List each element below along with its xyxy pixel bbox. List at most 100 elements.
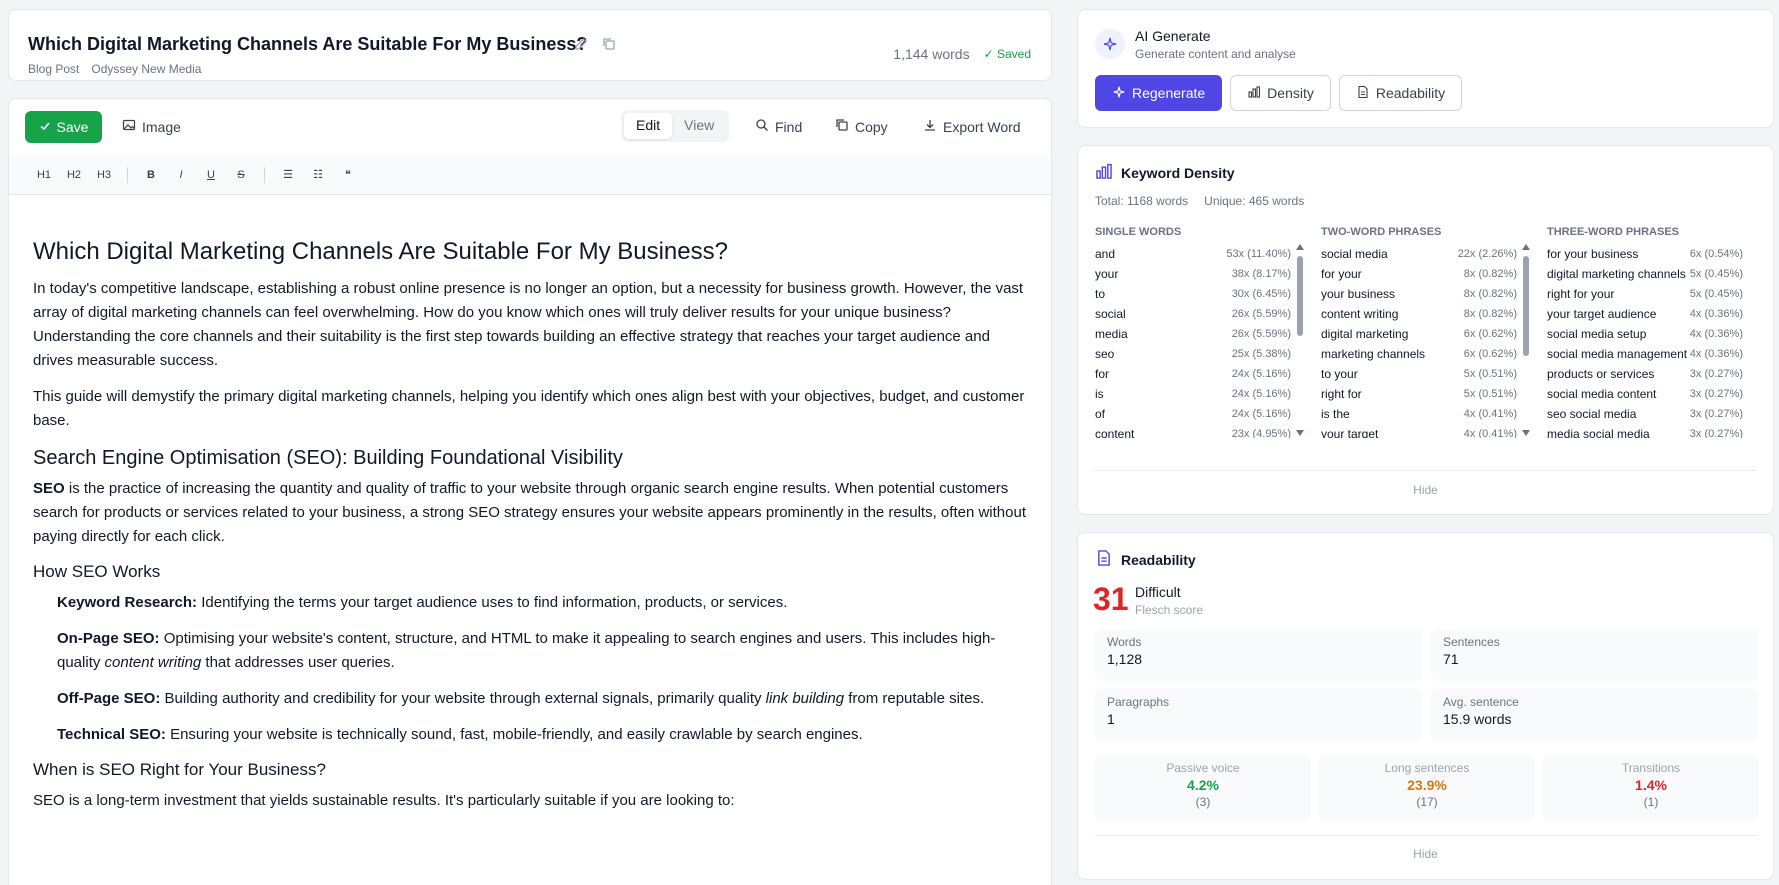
keyword-row: for 24x (5.16%) (1095, 364, 1305, 384)
keyword-row: for your 8x (0.82%) (1321, 264, 1531, 284)
keyword-frequency: 26x (5.59%) (1231, 308, 1291, 320)
passive-voice-metric: Passive voice 4.2% (3) (1095, 755, 1311, 821)
keyword-frequency: 6x (0.54%) (1689, 248, 1743, 260)
keyword-row: your target audience 4x (0.36%) (1547, 304, 1757, 324)
sentences-stat: Sentences 71 (1431, 629, 1758, 681)
list-item: On-Page SEO: Optimising your website's c… (57, 630, 996, 671)
keyword-term: social media management (1547, 347, 1688, 361)
readability-button[interactable]: Readability (1338, 75, 1463, 111)
image-button[interactable]: Image (122, 118, 181, 135)
keyword-term: is the (1321, 407, 1350, 421)
keyword-term: your target audience (1547, 307, 1657, 321)
edit-title-icon[interactable] (574, 37, 588, 56)
sparkle-icon (1112, 85, 1126, 102)
bullet-list-icon[interactable]: ☰ (273, 168, 303, 181)
keyword-row: media social media 3x (0.27%) (1547, 424, 1757, 438)
unique-words: Unique: 465 words (1204, 194, 1305, 208)
keyword-term: your business (1321, 287, 1396, 301)
keyword-row: is 24x (5.16%) (1095, 384, 1305, 404)
keyword-row: digital marketing channels 5x (0.45%) (1547, 264, 1757, 284)
document-icon (1095, 549, 1113, 570)
keyword-frequency: 24x (5.16%) (1231, 388, 1291, 400)
content-heading-1: Which Digital Marketing Channels Are Sui… (33, 238, 728, 265)
keyword-term: to your (1321, 367, 1358, 381)
three-word-list[interactable]: for your business 6x (0.54%) digital marke… (1547, 244, 1757, 438)
editor-content[interactable]: Which Digital Marketing Channels Are Sui… (33, 237, 1028, 825)
bar-chart-icon (1095, 162, 1113, 183)
keyword-term: social media (1321, 247, 1388, 261)
content-paragraph: In today's competitive landscape, establ… (33, 280, 1024, 369)
toolbar-divider (264, 166, 265, 183)
italic-button[interactable]: I (166, 169, 196, 181)
keyword-frequency: 6x (0.62%) (1463, 348, 1517, 360)
saved-status: ✓ Saved (983, 47, 1031, 61)
heading1-button[interactable]: H1 (29, 169, 59, 181)
document-type: Blog Post (28, 62, 80, 76)
regenerate-button[interactable]: Regenerate (1095, 75, 1223, 111)
keyword-term: digital marketing (1321, 327, 1409, 341)
ai-panel-title: AI Generate (1135, 28, 1211, 44)
copy-title-icon[interactable] (602, 37, 616, 56)
tab-view[interactable]: View (672, 113, 726, 139)
download-icon (923, 118, 937, 135)
keyword-row: right for 5x (0.51%) (1321, 384, 1531, 404)
keyword-row: social media 22x (2.26%) (1321, 244, 1531, 264)
bar-chart-icon (1247, 85, 1261, 102)
list-item: Off-Page SEO: Building authority and cre… (57, 690, 985, 707)
scrollbar[interactable] (1295, 244, 1305, 438)
total-words: Total: 1168 words (1095, 194, 1189, 208)
ai-generate-panel: AI Generate Generate content and analyse… (1077, 9, 1774, 128)
readability-title: Readability (1121, 551, 1196, 568)
export-word-button[interactable]: Export Word (923, 118, 1021, 135)
document-client: Odyssey New Media (91, 62, 202, 76)
keyword-term: your target (1321, 427, 1379, 438)
three-word-phrases-column: THREE-WORD PHRASES for your business 6x (… (1547, 226, 1757, 438)
keyword-row: of 24x (5.16%) (1095, 404, 1305, 424)
bold-button[interactable]: B (136, 169, 166, 181)
keyword-frequency: 24x (5.16%) (1231, 408, 1291, 420)
hide-density-link[interactable]: Hide (1078, 483, 1773, 497)
keyword-frequency: 5x (0.45%) (1689, 288, 1743, 300)
long-sentences-metric: Long sentences 23.9% (17) (1319, 755, 1535, 821)
quote-icon[interactable]: ❝ (333, 168, 363, 181)
keyword-row: social media management 4x (0.36%) (1547, 344, 1757, 364)
numbered-list-icon[interactable]: ☷ (303, 168, 333, 181)
keyword-row: products or services 3x (0.27%) (1547, 364, 1757, 384)
keyword-frequency: 3x (0.27%) (1689, 428, 1743, 438)
flesch-score: 31 (1093, 581, 1129, 617)
keyword-frequency: 23x (4.95%) (1231, 428, 1291, 438)
single-words-list[interactable]: and 53x (11.40%) your 38x (8.17%) to 30x (6.4… (1095, 244, 1305, 438)
keyword-term: media (1095, 327, 1128, 341)
list-item: Keyword Research: Identifying the terms … (57, 594, 788, 611)
density-button[interactable]: Density (1230, 75, 1331, 111)
hide-readability-link[interactable]: Hide (1078, 847, 1773, 861)
heading2-button[interactable]: H2 (59, 169, 89, 181)
column-header: TWO-WORD PHRASES (1321, 226, 1442, 238)
strikethrough-button[interactable]: S (226, 169, 256, 181)
keyword-term: is (1095, 387, 1104, 401)
content-paragraph: This guide will demystify the primary di… (33, 388, 1025, 429)
keyword-term: social media setup (1547, 327, 1647, 341)
copy-button[interactable]: Copy (835, 118, 888, 135)
document-header: Which Digital Marketing Channels Are Sui… (8, 9, 1052, 81)
save-button[interactable]: Save (25, 111, 102, 143)
underline-button[interactable]: U (196, 169, 226, 181)
keyword-density-title: Keyword Density (1121, 164, 1235, 181)
keyword-row: content 23x (4.95%) (1095, 424, 1305, 438)
search-icon (755, 118, 769, 135)
keyword-frequency: 24x (5.16%) (1231, 368, 1291, 380)
scrollbar[interactable] (1521, 244, 1531, 438)
content-heading-3: How SEO Works (33, 562, 161, 581)
two-word-list[interactable]: social media 22x (2.26%) for your 8x (0.82%… (1321, 244, 1531, 438)
divider (1095, 835, 1756, 836)
content-heading-2: Search Engine Optimisation (SEO): Buildi… (33, 447, 623, 469)
tab-edit[interactable]: Edit (624, 113, 673, 139)
two-word-phrases-column: TWO-WORD PHRASES social media 22x (2.26%)… (1321, 226, 1531, 438)
keyword-term: for (1095, 367, 1110, 381)
heading3-button[interactable]: H3 (89, 169, 119, 181)
keyword-row: your 38x (8.17%) (1095, 264, 1305, 284)
keyword-term: your (1095, 267, 1119, 281)
find-button[interactable]: Find (755, 118, 802, 135)
keyword-term: social (1095, 307, 1126, 321)
content-heading-3: When is SEO Right for Your Business? (33, 760, 326, 779)
